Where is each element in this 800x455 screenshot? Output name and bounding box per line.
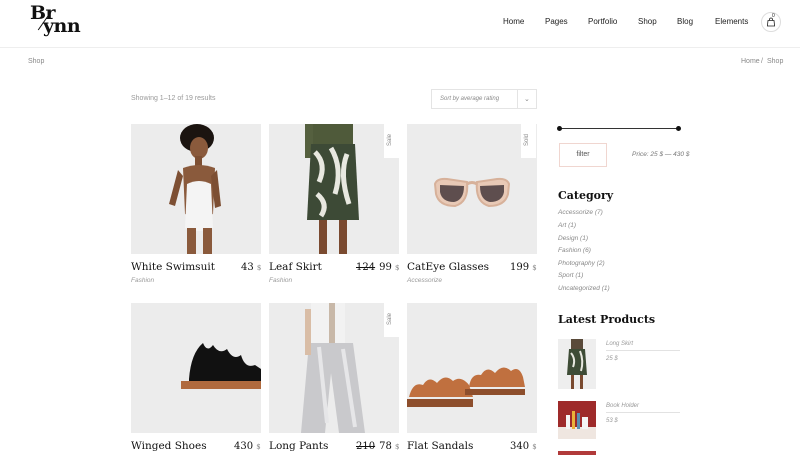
product-name[interactable]: Flat Sandals — [407, 440, 473, 452]
price-value: 340 — [510, 441, 530, 452]
badge-label: Sold — [524, 133, 530, 146]
sale-badge: Sale — [384, 124, 399, 158]
category-heading: Category — [558, 189, 614, 202]
price-value: 78 — [379, 441, 392, 452]
nav-home[interactable]: Home — [503, 17, 524, 26]
price-value: 43 — [241, 262, 254, 273]
product-price: 43 $ — [241, 262, 261, 273]
sort-select[interactable]: Sort by average rating ⌄ — [431, 89, 537, 109]
sale-badge: Sale — [384, 303, 399, 337]
price-slider-track[interactable] — [559, 128, 679, 129]
latest-product-divider — [606, 350, 680, 351]
product-category[interactable]: Fashion — [269, 277, 292, 284]
product-name[interactable]: Long Pants — [269, 440, 328, 452]
latest-product-thumb[interactable] — [558, 339, 596, 389]
long-skirt-thumb-image — [567, 339, 587, 389]
old-price: 124 — [356, 262, 376, 273]
old-price: 210 — [356, 441, 376, 452]
product-image-long-pants[interactable] — [269, 303, 399, 433]
price-value: 199 — [510, 262, 530, 273]
category-link[interactable]: Uncategorized (1) — [558, 285, 610, 292]
site-header: Br ynn Home Pages Portfolio Shop Blog El… — [0, 0, 800, 48]
flat-sandals-photo — [407, 367, 525, 407]
price-range-label: Price: 25 $ — 430 $ — [632, 151, 690, 158]
category-link[interactable]: Photography (2) — [558, 260, 605, 267]
currency-symbol: $ — [256, 443, 261, 451]
leaf-skirt-model-photo — [305, 124, 359, 254]
category-link[interactable]: Sport (1) — [558, 272, 583, 279]
latest-product-thumb[interactable] — [558, 451, 596, 455]
latest-product-thumb[interactable] — [558, 401, 596, 439]
product-image-white-swimsuit[interactable] — [131, 124, 261, 254]
category-link[interactable]: Fashion (6) — [558, 247, 591, 254]
currency-symbol: $ — [532, 264, 537, 272]
product-category[interactable]: Accessorize — [407, 277, 442, 284]
breadcrumb-current: Shop — [767, 58, 784, 65]
latest-product-price: 53 $ — [606, 418, 618, 424]
badge-label: Sale — [387, 133, 393, 146]
breadcrumb-home[interactable]: Home — [741, 58, 760, 65]
nav-elements[interactable]: Elements — [715, 17, 748, 26]
filter-button[interactable]: filter — [559, 143, 607, 167]
product-price: 430 $ — [234, 441, 261, 452]
category-link[interactable]: Design (1) — [558, 235, 588, 242]
currency-symbol: $ — [395, 264, 400, 272]
cart-button[interactable] — [761, 12, 781, 32]
latest-product-price: 25 $ — [606, 356, 618, 362]
nav-shop[interactable]: Shop — [638, 17, 657, 26]
cart-count-badge: 0 — [772, 13, 775, 19]
product-price: 210 78 $ — [356, 441, 399, 452]
page-title: Shop — [28, 58, 45, 65]
currency-symbol: $ — [256, 264, 262, 272]
product-image-winged-shoes[interactable] — [131, 303, 261, 433]
latest-product-name[interactable]: Book Holder — [606, 403, 639, 409]
latest-product-divider — [606, 412, 680, 413]
product-image-cateye-glasses[interactable] — [407, 124, 537, 254]
price-value: 430 — [234, 441, 254, 452]
nav-portfolio[interactable]: Portfolio — [588, 17, 617, 26]
product-name[interactable]: CatEye Glasses — [407, 261, 489, 273]
nav-pages[interactable]: Pages — [545, 17, 568, 26]
product-name[interactable]: Leaf Skirt — [269, 261, 322, 273]
currency-symbol: $ — [532, 443, 537, 451]
category-link[interactable]: Art (1) — [558, 222, 576, 229]
chevron-down-icon: ⌄ — [524, 96, 530, 103]
badge-label: Sale — [387, 312, 393, 325]
book-holder-thumb-image — [558, 411, 596, 439]
sort-value: Sort by average rating — [440, 96, 500, 102]
sort-divider — [517, 90, 518, 108]
product-name[interactable]: Winged Shoes — [131, 440, 207, 452]
price-slider-min-handle[interactable] — [557, 126, 562, 131]
product-price: 199 $ — [510, 262, 537, 273]
latest-product-name[interactable]: Long Skirt — [606, 341, 633, 347]
results-count: Showing 1–12 of 19 results — [131, 95, 216, 102]
currency-symbol: $ — [395, 443, 400, 451]
product-name[interactable]: White Swimsuit — [131, 261, 215, 273]
product-price: 124 99 $ — [356, 262, 399, 273]
sold-badge: Sold — [521, 124, 536, 158]
winged-shoes-photo — [181, 343, 261, 389]
swimsuit-model-photo — [169, 124, 221, 254]
nav-blog[interactable]: Blog — [677, 17, 693, 26]
long-pants-model-photo — [301, 303, 365, 433]
price-slider-max-handle[interactable] — [676, 126, 681, 131]
price-value: 99 — [379, 262, 392, 273]
product-image-leaf-skirt[interactable] — [269, 124, 399, 254]
product-price: 340 $ — [510, 441, 537, 452]
latest-products-heading: Latest Products — [558, 313, 656, 326]
category-link[interactable]: Accessorize (7) — [558, 209, 603, 216]
product-image-flat-sandals[interactable] — [407, 303, 537, 433]
breadcrumb-separator: / — [761, 58, 763, 65]
product-category[interactable]: Fashion — [131, 277, 154, 284]
sunglasses-photo — [433, 177, 511, 208]
